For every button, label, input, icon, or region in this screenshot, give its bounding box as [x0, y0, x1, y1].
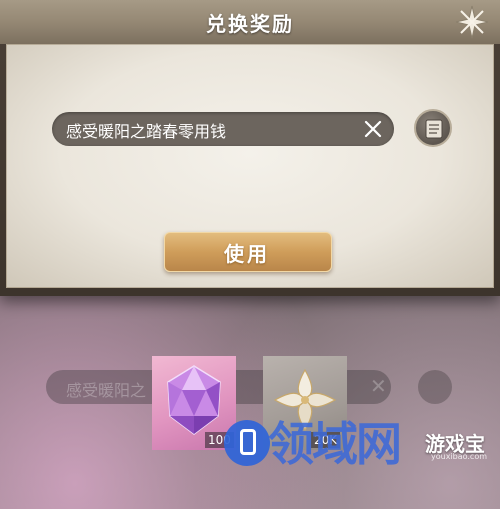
watermark-domain: youxibao.com	[431, 452, 488, 461]
use-button-label[interactable]: 使用	[164, 238, 330, 267]
background-ghost-text: 感受暖阳之	[66, 381, 147, 400]
paste-code-button[interactable]	[414, 109, 452, 147]
redeem-code-value[interactable]: 感受暖阳之踏春零用钱	[66, 118, 226, 142]
watermark-phone-icon	[240, 429, 256, 455]
clear-input-icon[interactable]	[362, 118, 384, 140]
dialog-title: 兑换奖励	[206, 12, 294, 36]
clipboard-icon	[425, 119, 443, 139]
background-ghost-paste-icon	[418, 370, 452, 404]
watermark-text: 领域网	[268, 417, 402, 471]
background-ghost-close-icon: ✕	[370, 374, 387, 398]
close-dialog-icon[interactable]	[454, 4, 490, 40]
